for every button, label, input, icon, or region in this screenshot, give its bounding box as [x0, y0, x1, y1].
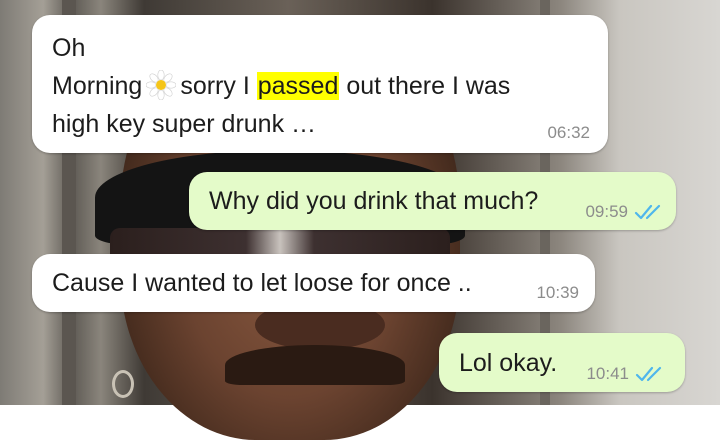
message-text: out there I was: [346, 72, 511, 100]
message-bubble-incoming[interactable]: Cause I wanted to let loose for once .. …: [32, 254, 595, 312]
highlighted-word: passed: [256, 72, 340, 100]
message-text: sorry I: [180, 72, 250, 100]
daisy-emoji-icon: [146, 70, 177, 100]
message-bubble-outgoing[interactable]: Lol okay. 10:41: [439, 333, 685, 392]
message-text: Morning: [52, 72, 143, 100]
message-timestamp: 06:32: [547, 123, 590, 142]
message-text-line: high key super drunk …: [52, 110, 317, 138]
message-timestamp: 10:41: [586, 364, 629, 383]
read-receipt-double-check-icon: [635, 366, 662, 382]
wallpaper-earring: [112, 370, 134, 398]
message-timestamp: 09:59: [585, 202, 628, 221]
wallpaper-mustache: [225, 345, 405, 385]
message-bubble-incoming[interactable]: Oh Morning sorry I passed out there I wa…: [32, 15, 608, 153]
message-text: Cause I wanted to let loose for once ..: [52, 269, 472, 297]
message-text-line: Morning sorry I passed out there I was: [52, 67, 588, 105]
read-receipt-double-check-icon: [634, 204, 661, 220]
message-timestamp: 10:39: [536, 283, 579, 302]
message-bubble-outgoing[interactable]: Why did you drink that much? 09:59: [189, 172, 676, 230]
message-text-line: Oh: [52, 34, 86, 62]
